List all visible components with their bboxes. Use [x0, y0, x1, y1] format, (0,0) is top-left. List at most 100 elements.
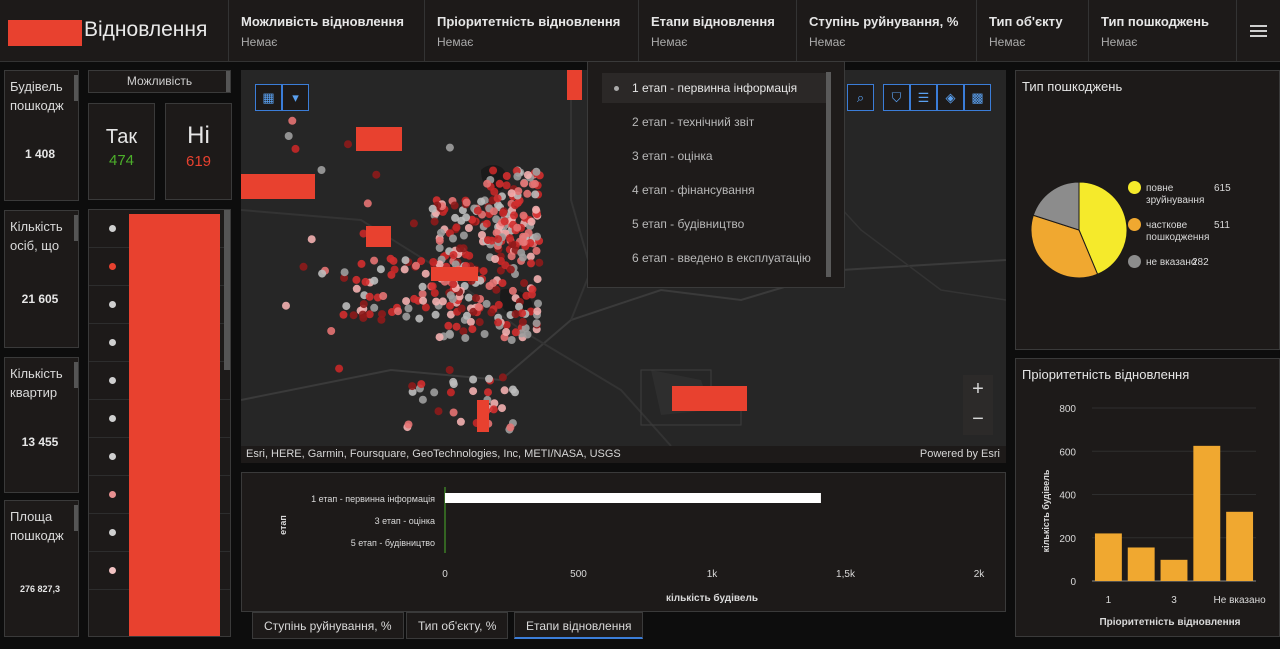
map-bookmark-button[interactable]: ⛉	[883, 84, 910, 111]
map-point	[500, 386, 509, 395]
legend-count: 282	[1192, 257, 1209, 268]
x-tick-label: 500	[570, 569, 587, 580]
map-point	[535, 258, 544, 267]
bar	[1226, 511, 1254, 581]
possibility-yes-card[interactable]: Так 474	[88, 103, 155, 200]
map-point	[511, 328, 520, 337]
map-layers-button[interactable]: ◈	[937, 84, 964, 111]
tab[interactable]: Тип об'єкту, %	[406, 612, 509, 639]
scrollbar[interactable]	[74, 215, 78, 241]
map-point	[451, 213, 460, 222]
filter-label: Тип об'єкту	[989, 14, 1063, 29]
dropdown-option[interactable]: 2 етап - технічний звіт	[602, 107, 826, 137]
map-point	[520, 279, 529, 288]
legend-count: 615	[1214, 183, 1231, 194]
y-tick-label: 600	[1059, 447, 1076, 458]
map-point	[532, 167, 541, 176]
map-search-button[interactable]: ⌕	[847, 84, 874, 111]
filter-label: Пріоритетність відновлення	[437, 14, 621, 29]
scrollbar[interactable]	[226, 71, 230, 92]
filter-stages[interactable]: Етапи відновлення Немає	[638, 0, 796, 62]
map-point	[435, 244, 444, 252]
bar	[445, 493, 821, 503]
category-label: 3 етап - оцінка	[375, 516, 435, 526]
map-point	[291, 144, 300, 153]
map-point	[359, 300, 368, 309]
map-point	[498, 404, 506, 413]
scrollbar[interactable]	[224, 210, 230, 370]
map-point	[370, 256, 379, 265]
status-dot-icon	[109, 491, 116, 498]
filter-destruction[interactable]: Ступінь руйнування, % Немає	[796, 0, 976, 62]
chevron-down-icon: ▾	[292, 89, 299, 105]
map-point	[428, 204, 437, 213]
filter-value: Немає	[437, 35, 474, 49]
stage-bar-chart: етап кількість будівель 1 етап - первинн…	[278, 487, 985, 604]
map-point	[523, 189, 532, 198]
tab[interactable]: Ступінь руйнування, %	[252, 612, 404, 639]
filter-damage-type[interactable]: Тип пошкоджень Немає	[1088, 0, 1236, 62]
map-point	[489, 166, 498, 175]
map-point	[459, 231, 468, 240]
map-select-button[interactable]: ▦	[255, 84, 282, 111]
app-header: Відновлення Можливість відновлення Немає…	[0, 0, 1280, 62]
dropdown-scrollbar[interactable]	[826, 72, 831, 277]
map-basemap-button[interactable]: ▩	[964, 84, 991, 111]
option-label: 6 етап - введено в експлуатацію	[632, 251, 811, 265]
zoom-in-button[interactable]: +	[963, 375, 993, 405]
stat-value: 276 827,3	[19, 584, 61, 594]
filter-value: Немає	[651, 35, 688, 49]
tab[interactable]: Етапи відновлення	[514, 612, 644, 639]
stat-value: 1 408	[24, 147, 56, 161]
map-point	[446, 291, 455, 300]
map-point	[526, 252, 535, 261]
map-point	[445, 143, 454, 152]
map-point	[468, 325, 477, 334]
map-point	[340, 268, 349, 277]
map-point	[482, 299, 491, 308]
dropdown-option[interactable]: 6 етап - введено в експлуатацію	[602, 243, 826, 273]
map-point	[477, 197, 486, 206]
dropdown-option[interactable]: 5 етап - будівництво	[602, 209, 826, 239]
possibility-no-card[interactable]: Ні 619	[165, 103, 232, 200]
map-point	[394, 307, 402, 316]
zoom-out-button[interactable]: −	[963, 405, 993, 435]
legend-label: часткове пошкодження	[1146, 220, 1210, 243]
map-point	[378, 310, 386, 319]
map-point	[446, 388, 455, 397]
scrollbar[interactable]	[74, 362, 78, 388]
redacted-label	[567, 70, 582, 100]
map-point	[462, 213, 471, 222]
y-tick-label: 800	[1059, 404, 1076, 415]
dropdown-option[interactable]: 1 етап - первинна інформація	[602, 73, 826, 103]
powered-by-link[interactable]: Powered by Esri	[920, 448, 1000, 460]
map-point	[499, 209, 508, 217]
map-point	[533, 275, 542, 284]
map-point	[528, 285, 537, 294]
map-point	[335, 364, 344, 373]
scrollbar[interactable]	[74, 505, 78, 531]
redacted-logo	[8, 20, 82, 46]
dropdown-option[interactable]: 4 етап - фінансування	[602, 175, 826, 205]
map-point	[428, 282, 437, 291]
map-legend-button[interactable]: ☰	[910, 84, 937, 111]
map-point	[421, 269, 430, 278]
map-point	[520, 179, 529, 188]
bar	[1094, 533, 1122, 581]
possibility-header[interactable]: Можливість	[88, 70, 231, 93]
scrollbar[interactable]	[74, 75, 78, 101]
filter-priority[interactable]: Пріоритетність відновлення Немає	[424, 0, 638, 62]
filter-possibility[interactable]: Можливість відновлення Немає	[228, 0, 424, 62]
x-tick-label: 3	[1171, 595, 1177, 606]
filter-object-type[interactable]: Тип об'єкту Немає	[976, 0, 1088, 62]
map-point	[508, 286, 517, 295]
stat-card-persons: Кількість осіб, що 21 605	[4, 210, 79, 348]
map-point	[449, 408, 458, 417]
status-dot-icon	[109, 415, 116, 422]
map-dropdown-button[interactable]: ▾	[282, 84, 309, 111]
possibility-header-label: Можливість	[126, 74, 193, 88]
menu-button[interactable]	[1236, 0, 1280, 62]
map-point	[533, 307, 542, 316]
dropdown-option[interactable]: 3 етап - оцінка	[602, 141, 826, 171]
search-icon: ⌕	[856, 89, 865, 105]
